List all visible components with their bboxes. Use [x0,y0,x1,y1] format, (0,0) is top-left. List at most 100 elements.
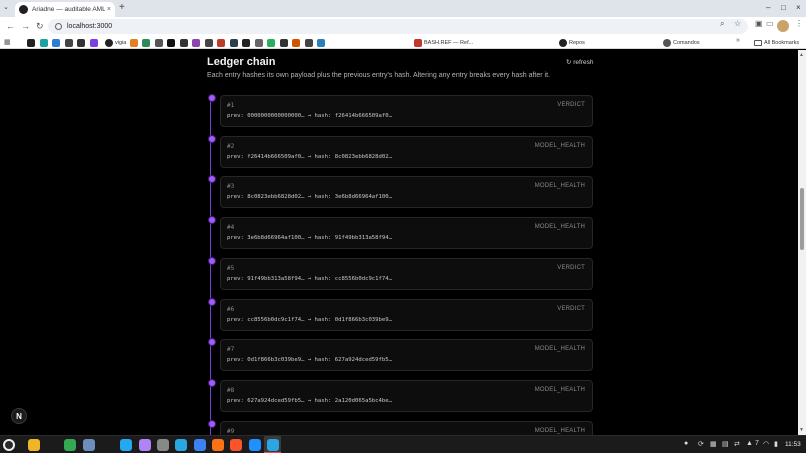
ledger-entry: #4 MODEL_HEALTH prev: 3e6b8d66964af100… → … [209,217,593,250]
tray-sync-icon[interactable]: ⟳ [698,440,704,448]
page-scrollbar[interactable]: ▲ ▼ [798,50,806,435]
ledger-entry: #6 VERDICT prev: cc8556b0dc9c1f74… → hash:… [209,298,593,331]
app-icon[interactable] [139,439,151,451]
entry-type-badge: MODEL_HEALTH [534,346,585,353]
settings-icon[interactable] [157,439,169,451]
vscode-icon[interactable] [249,439,261,451]
tray-notification-icon[interactable]: ▲ [746,440,753,447]
taskbar-clock: 11:53 [785,441,801,448]
bookmarks-overflow-icon[interactable]: » [736,37,740,44]
new-tab-button[interactable]: + [119,2,125,14]
bookmark-favicon-icon[interactable] [129,39,138,47]
forward-icon[interactable]: → [21,21,30,32]
tray-network-icon[interactable]: ⇄ [734,440,740,448]
entry-index: #6 [227,305,235,313]
bookmark-favicon-icon[interactable] [64,39,73,47]
bookmark-favicon-icon[interactable] [317,39,325,47]
brave-icon[interactable] [230,439,242,451]
minimize-button[interactable]: – [766,2,770,14]
bookmark-comandos[interactable]: Comandos [663,37,700,48]
entry-hash-line: prev: 0d1f866b3c039be9… → hash: 627a924d… [227,357,393,364]
maximize-button[interactable]: □ [781,2,786,14]
entry-type-badge: MODEL_HEALTH [534,427,585,434]
back-icon[interactable]: ← [6,21,15,32]
site-info-icon[interactable] [55,23,62,30]
entry-index: #1 [227,102,235,109]
start-menu-icon[interactable] [3,439,15,451]
bookmarks-bar: ▦ vigia BASH.REF — Ref... Repos Comandos… [0,36,806,49]
address-bar[interactable]: localhost:3000 [48,19,748,34]
tab-search-chevron-icon[interactable]: ⌄ [3,3,9,11]
bookmark-favicon-icon[interactable] [192,39,200,47]
bookmark-favicon-icon[interactable] [27,39,35,47]
bookmark-bash-ref[interactable]: BASH.REF — Ref... [414,37,473,48]
tray-keyboard-icon[interactable]: ▤ [722,440,729,448]
docs-icon[interactable] [194,439,206,451]
github-icon [559,38,567,47]
github-favicon-icon [19,5,28,14]
entry-type-badge: VERDICT [557,305,585,312]
scrollbar-thumb[interactable] [800,188,804,250]
bookmark-favicon-icon[interactable] [77,39,85,47]
bookmark-favicon-icon[interactable] [304,39,313,47]
files-icon[interactable] [28,439,40,451]
bookmark-favicon-icon[interactable] [242,39,250,47]
entry-index: #7 [227,346,235,354]
ledger-entry: #8 MODEL_HEALTH prev: 627a924dced59fb5… → … [209,379,593,412]
bookmark-favicon-icon[interactable] [267,39,275,47]
tray-wifi-icon[interactable]: ◠ [763,440,769,448]
sublime-icon[interactable] [212,439,224,451]
bookmark-favicon-icon[interactable] [279,39,288,47]
entry-hash-line: prev: 3e6b8d66964af100… → hash: 91f49bb3… [227,235,393,242]
bookmark-favicon-icon[interactable] [254,39,263,47]
vscode-icon[interactable] [120,439,132,451]
globe-icon [663,38,671,47]
tray-grid-icon[interactable]: ▦ [710,440,717,448]
extensions-icon[interactable]: ▣ [755,19,763,28]
entry-hash-line: prev: 8c0823ebb6828d02… → hash: 3e6b8d66… [227,194,393,201]
scroll-up-icon[interactable]: ▲ [799,52,804,58]
tray-battery-icon[interactable]: ▮ [774,440,778,448]
tab-title: Ariadne — auditable AML ... [32,6,105,13]
entry-hash-line: prev: 91f49bb313a58f94… → hash: cc8556b0… [227,275,393,282]
bookmark-favicon-icon[interactable] [229,39,238,47]
bookmark-star-icon[interactable]: ☆ [734,19,741,28]
apps-grid-icon[interactable]: ▦ [4,38,11,46]
tab-close-icon[interactable]: × [107,6,111,13]
timeline-dot-icon [209,379,215,386]
reload-icon[interactable]: ↻ [36,21,44,32]
timeline-dot-icon [209,339,215,346]
bookmark-favicon-icon[interactable] [179,39,188,47]
bookmark-favicon-icon[interactable] [39,39,48,47]
mail-icon[interactable] [83,439,95,451]
profile-avatar[interactable] [777,20,789,32]
bookmark-favicon-icon[interactable] [89,39,98,47]
folder-icon [754,39,762,46]
bookmark-favicon-icon[interactable] [292,39,300,47]
zoom-icon[interactable]: ⌕ [720,19,724,29]
bookmark-favicon-icon[interactable] [154,39,163,47]
bookmark-repos[interactable]: Repos [559,37,585,48]
telegram-icon[interactable] [267,439,279,451]
bookmark-favicon-icon[interactable] [142,39,150,47]
bookmark-vigia[interactable]: vigia [105,37,126,48]
timeline-dot-icon [209,420,215,427]
nextjs-dev-badge[interactable]: N [11,408,27,424]
tray-circle-icon[interactable]: ● [684,440,688,447]
close-window-button[interactable]: × [796,2,801,14]
telegram-icon[interactable] [175,439,187,451]
ledger-entry: #7 MODEL_HEALTH prev: 0d1f866b3c039be9… → … [209,339,593,372]
bookmark-favicon-icon[interactable] [204,39,213,47]
refresh-button[interactable]: ↻ refresh [566,58,593,66]
chrome-icon[interactable] [64,439,76,451]
all-bookmarks[interactable]: All Bookmarks [754,37,799,48]
scroll-down-icon[interactable]: ▼ [799,427,804,433]
sidebar-icon[interactable]: ▭ [766,19,774,28]
menu-icon[interactable]: ⋮ [795,19,803,28]
page-title: Ledger chain [207,56,276,68]
bookmark-favicon-icon[interactable] [217,39,225,47]
timeline-dot-icon [209,217,215,224]
bookmark-favicon-icon[interactable] [167,39,175,47]
tab-active[interactable]: Ariadne — auditable AML ... × [15,2,115,17]
bookmark-favicon-icon[interactable] [52,39,60,47]
